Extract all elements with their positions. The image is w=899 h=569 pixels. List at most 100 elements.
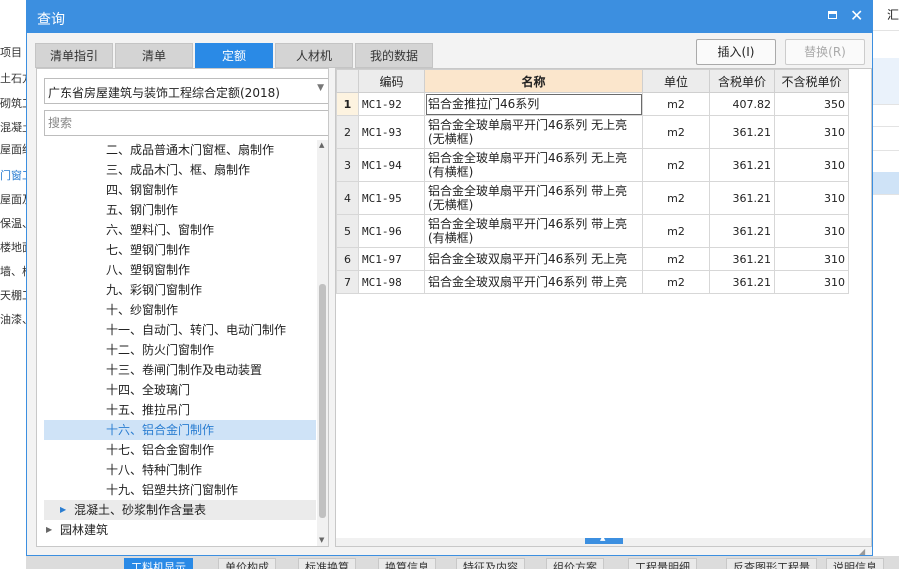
tree-node[interactable]: 五、钢门制作 — [44, 200, 316, 220]
scroll-down-icon[interactable]: ▼ — [319, 536, 324, 544]
cell-name[interactable]: 铝合金全玻双扇平开门46系列 带上亮 — [424, 270, 643, 294]
quota-library-select[interactable]: 广东省房屋建筑与装饰工程综合定额(2018) ▼ — [44, 78, 328, 104]
bottom-tab[interactable]: 工程量明细 — [628, 558, 697, 569]
scrollbar-thumb[interactable] — [319, 284, 326, 518]
cell-code[interactable]: MC1-96 — [358, 214, 425, 248]
cell-unit[interactable]: m2 — [642, 214, 710, 248]
cell-code[interactable]: MC1-97 — [358, 247, 425, 271]
row-number[interactable]: 1 — [336, 92, 359, 116]
dialog-titlebar[interactable]: 查询 ✕ — [27, 1, 872, 33]
cell-price-tax[interactable]: 361.21 — [709, 270, 775, 294]
cell-price-notax[interactable]: 310 — [774, 270, 849, 294]
tree-node[interactable]: 四、钢窗制作 — [44, 180, 316, 200]
bottom-tab[interactable]: 组价方案 — [546, 558, 604, 569]
expand-arrow-icon[interactable]: ▶ — [60, 500, 66, 520]
tree-node[interactable]: 七、塑钢门制作 — [44, 240, 316, 260]
bottom-tab[interactable]: 说明信息 — [826, 558, 884, 569]
column-header-unit[interactable]: 单位 — [642, 69, 710, 93]
tree-node[interactable]: 六、塑料门、窗制作 — [44, 220, 316, 240]
cell-name[interactable]: 铝合金全玻单扇平开门46系列 无上亮(无横框) — [424, 115, 643, 149]
chevron-down-icon[interactable]: ▼ — [317, 83, 324, 93]
column-header-code[interactable]: 编码 — [358, 69, 425, 93]
insert-button[interactable]: 插入(I) — [696, 39, 776, 65]
bottom-tab[interactable]: 特征及内容 — [456, 558, 525, 569]
cell-price-tax[interactable]: 361.21 — [709, 181, 775, 215]
cell-unit[interactable]: m2 — [642, 115, 710, 149]
row-number[interactable]: 5 — [336, 214, 359, 248]
table-row[interactable]: 7 MC1-98 铝合金全玻双扇平开门46系列 带上亮 m2 361.21 310 — [336, 270, 849, 294]
search-input[interactable] — [44, 110, 328, 136]
cell-name[interactable]: 铝合金全玻双扇平开门46系列 无上亮 — [424, 247, 643, 271]
cell-code[interactable]: MC1-92 — [358, 92, 425, 116]
tab-list[interactable]: 清单 — [115, 43, 193, 68]
cell-price-notax[interactable]: 310 — [774, 115, 849, 149]
bottom-tab[interactable]: 工料机显示 — [124, 558, 193, 569]
tree-node[interactable]: 十一、自动门、转门、电动门制作 — [44, 320, 316, 340]
table-row[interactable]: 5 MC1-96 铝合金全玻单扇平开门46系列 带上亮(有横框) m2 361.21 31… — [336, 214, 849, 248]
tree-node[interactable]: 二、成品普通木门窗框、扇制作 — [44, 140, 316, 160]
resize-grip-icon[interactable]: ◢ — [859, 547, 865, 556]
row-number[interactable]: 2 — [336, 115, 359, 149]
table-row[interactable]: 6 MC1-97 铝合金全玻双扇平开门46系列 无上亮 m2 361.21 310 — [336, 247, 849, 271]
tree-node[interactable]: 十九、铝塑共挤门窗制作 — [44, 480, 316, 500]
tree-node[interactable]: 十二、防火门窗制作 — [44, 340, 316, 360]
cell-unit[interactable]: m2 — [642, 247, 710, 271]
bottom-tab[interactable]: 反查图形工程量 — [726, 558, 817, 569]
cell-name[interactable]: 铝合金推拉门46系列 — [424, 92, 643, 116]
cell-price-notax[interactable]: 310 — [774, 247, 849, 271]
row-number[interactable]: 6 — [336, 247, 359, 271]
table-row[interactable]: 2 MC1-93 铝合金全玻单扇平开门46系列 无上亮(无横框) m2 361.21 31… — [336, 115, 849, 149]
tree-node[interactable]: 十五、推拉吊门 — [44, 400, 316, 420]
table-row[interactable]: 1 MC1-92 铝合金推拉门46系列 m2 407.82 350 — [336, 92, 849, 116]
tab-quota[interactable]: 定额 — [195, 43, 273, 68]
scroll-up-icon[interactable]: ▲ — [319, 141, 324, 149]
row-number[interactable]: 3 — [336, 148, 359, 182]
cell-price-tax[interactable]: 361.21 — [709, 247, 775, 271]
cell-name[interactable]: 铝合金全玻单扇平开门46系列 无上亮(有横框) — [424, 148, 643, 182]
row-number[interactable]: 4 — [336, 181, 359, 215]
bottom-tab[interactable]: 单价构成 — [218, 558, 276, 569]
tree-node[interactable]: 十七、铝合金窗制作 — [44, 440, 316, 460]
tab-my-data[interactable]: 我的数据 — [355, 43, 433, 68]
cell-price-notax[interactable]: 310 — [774, 181, 849, 215]
tree-node[interactable]: 三、成品木门、框、扇制作 — [44, 160, 316, 180]
expand-arrow-icon[interactable]: ▶ — [46, 520, 52, 540]
tree-node[interactable]: 十八、特种门制作 — [44, 460, 316, 480]
cell-price-notax[interactable]: 310 — [774, 214, 849, 248]
tree-node[interactable]: ▶ 园林建筑 — [44, 520, 316, 540]
cell-price-tax[interactable]: 407.82 — [709, 92, 775, 116]
tree-node[interactable]: ▶ 混凝土、砂浆制作含量表 — [44, 500, 316, 520]
maximize-icon[interactable] — [828, 11, 837, 19]
cell-unit[interactable]: m2 — [642, 270, 710, 294]
column-header-name[interactable]: 名称 — [424, 69, 643, 93]
tab-labor-material[interactable]: 人材机 — [275, 43, 353, 68]
cell-name[interactable]: 铝合金全玻单扇平开门46系列 带上亮(无横框) — [424, 181, 643, 215]
bottom-tab[interactable]: 换算信息 — [378, 558, 436, 569]
tree-node[interactable]: 十三、卷闸门制作及电动装置 — [44, 360, 316, 380]
table-horizontal-scrollbar[interactable]: ▲ — [336, 534, 871, 546]
cell-code[interactable]: MC1-95 — [358, 181, 425, 215]
cell-code[interactable]: MC1-98 — [358, 270, 425, 294]
table-row[interactable]: 4 MC1-95 铝合金全玻单扇平开门46系列 带上亮(无横框) m2 361.21 31… — [336, 181, 849, 215]
cell-unit[interactable]: m2 — [642, 92, 710, 116]
tree-node[interactable]: 十四、全玻璃门 — [44, 380, 316, 400]
cell-code[interactable]: MC1-94 — [358, 148, 425, 182]
cell-price-tax[interactable]: 361.21 — [709, 115, 775, 149]
bottom-tab[interactable]: 标准换算 — [298, 558, 356, 569]
tree-node[interactable]: 九、彩钢门窗制作 — [44, 280, 316, 300]
cell-unit[interactable]: m2 — [642, 148, 710, 182]
cell-unit[interactable]: m2 — [642, 181, 710, 215]
cell-price-notax[interactable]: 310 — [774, 148, 849, 182]
cell-price-tax[interactable]: 361.21 — [709, 148, 775, 182]
table-row[interactable]: 3 MC1-94 铝合金全玻单扇平开门46系列 无上亮(有横框) m2 361.21 31… — [336, 148, 849, 182]
cell-code[interactable]: MC1-93 — [358, 115, 425, 149]
close-icon[interactable]: ✕ — [850, 6, 863, 25]
row-number[interactable]: 7 — [336, 270, 359, 294]
column-header-price-notax[interactable]: 不含税单价 — [774, 69, 849, 93]
replace-button[interactable]: 替换(R) — [785, 39, 865, 65]
cell-name[interactable]: 铝合金全玻单扇平开门46系列 带上亮(有横框) — [424, 214, 643, 248]
tree-node[interactable]: 十六、铝合金门制作 — [44, 420, 316, 440]
tree-node[interactable]: 十、纱窗制作 — [44, 300, 316, 320]
tab-list-guide[interactable]: 清单指引 — [35, 43, 113, 68]
column-header-price-tax[interactable]: 含税单价 — [709, 69, 775, 93]
